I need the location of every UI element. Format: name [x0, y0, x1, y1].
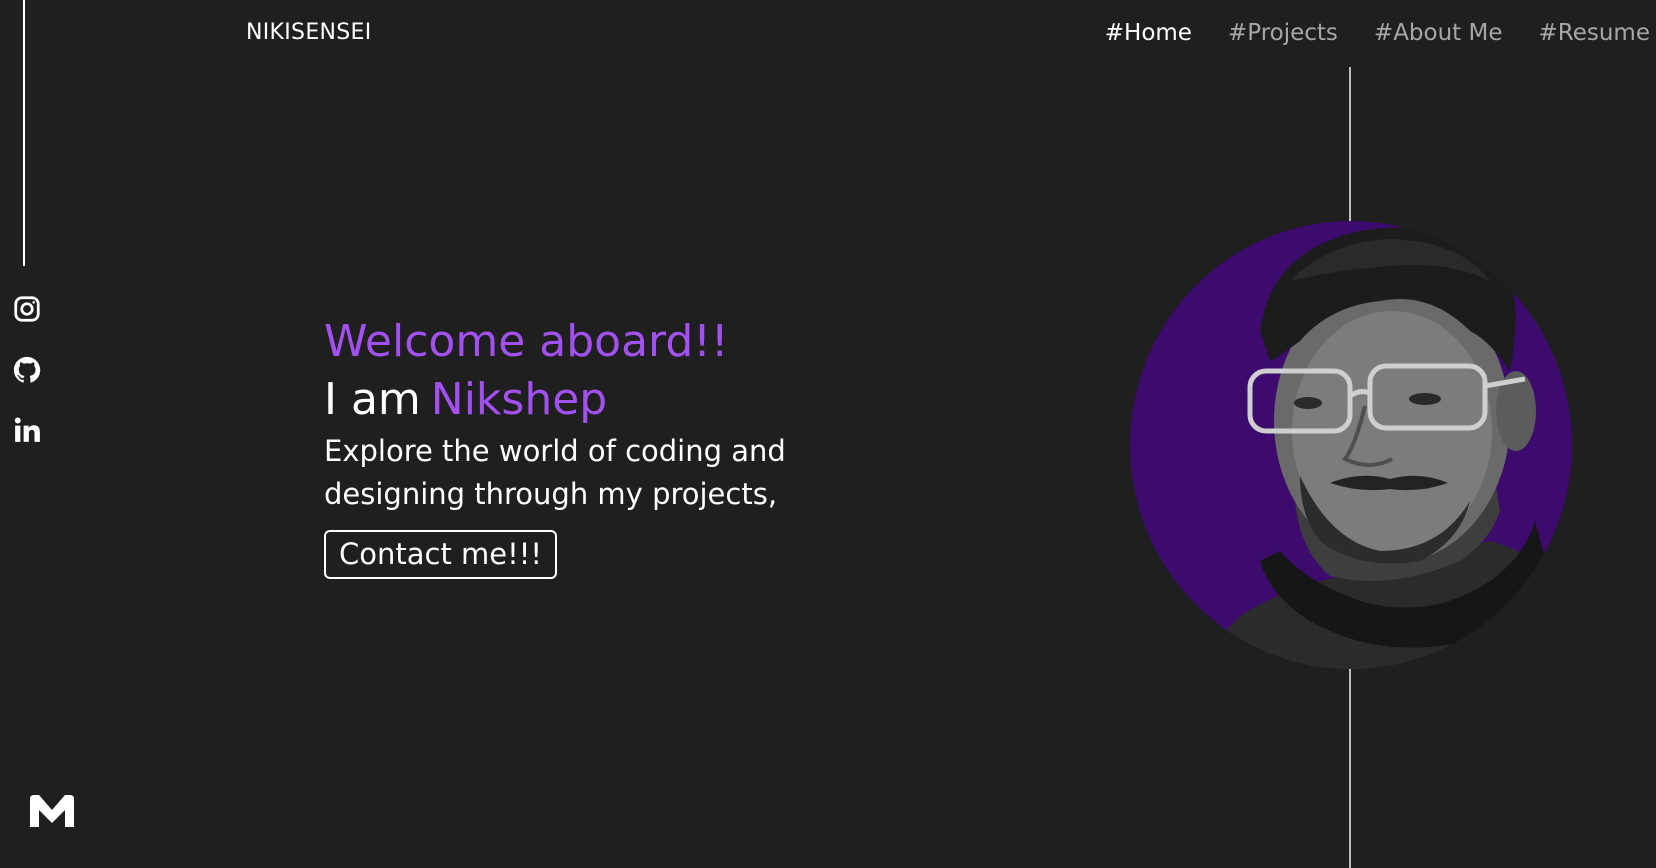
- welcome-heading: Welcome aboard!!: [324, 316, 729, 367]
- brand-name[interactable]: NIKISENSEI: [246, 20, 372, 45]
- linkedin-link[interactable]: [12, 415, 42, 445]
- nav-projects[interactable]: #Projects: [1228, 20, 1338, 46]
- contact-button[interactable]: Contact me!!!: [324, 530, 558, 579]
- github-link[interactable]: [12, 355, 42, 385]
- profile-photo: [1130, 221, 1572, 669]
- left-vertical-line: [23, 0, 25, 266]
- m-logo-icon[interactable]: [28, 793, 76, 829]
- nav-home[interactable]: #Home: [1105, 20, 1192, 46]
- linkedin-icon: [12, 415, 42, 445]
- hero-section: Welcome aboard!! I am Nikshep Explore the…: [324, 312, 944, 579]
- instagram-link[interactable]: [12, 294, 42, 324]
- intro-name: Nikshep: [430, 374, 608, 425]
- instagram-icon: [12, 294, 42, 324]
- nav-resume[interactable]: #Resume: [1539, 20, 1651, 46]
- page: NIKISENSEI #Home #Projects #About Me #Re…: [0, 0, 1656, 868]
- intro-prefix: I am: [324, 374, 421, 425]
- nav-about-me[interactable]: #About Me: [1374, 20, 1503, 46]
- main-nav: #Home #Projects #About Me #Resume: [1105, 20, 1650, 46]
- github-icon: [12, 355, 42, 385]
- intro-line: I am Nikshep: [324, 372, 944, 428]
- hero-tagline: Explore the world of coding and designin…: [324, 434, 786, 511]
